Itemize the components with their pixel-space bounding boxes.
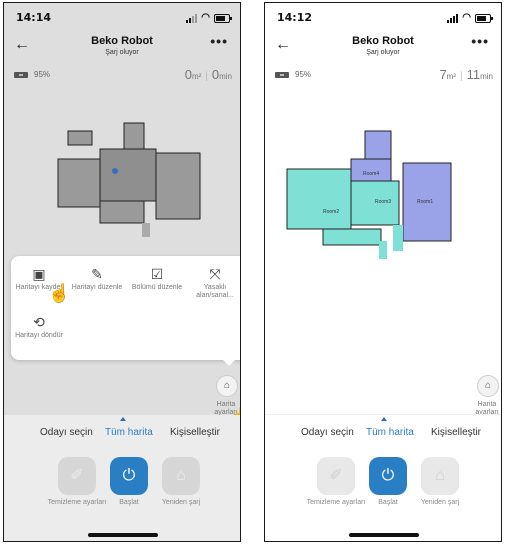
status-time: 14:14 (16, 11, 52, 24)
forbidden-zone-button[interactable]: ⤧ Yasaklı alan/sanal... (187, 266, 240, 300)
device-title: Beko Robot (352, 35, 414, 47)
home-indicator[interactable] (88, 533, 158, 537)
room-2-area (286, 168, 352, 230)
map-settings-icon: ⌂ (484, 380, 492, 391)
edit-map-icon: ✎ (91, 266, 103, 282)
rotate-map-icon: ⟲ (33, 314, 45, 330)
bottom-panel: Odayı seçin Tüm harita Kişiselleştir ✐ ⏻… (4, 415, 240, 541)
wifi-icon: ◠ (462, 12, 471, 23)
device-status: Şarj oluyor (105, 49, 139, 56)
expand-caret-icon[interactable] (120, 417, 126, 421)
recharge-button[interactable]: ⌂ (421, 457, 459, 495)
device-status: Şarj oluyor (366, 49, 400, 56)
area-value: 7 (439, 67, 447, 82)
tab-customize[interactable]: Kişiselleştir (431, 427, 481, 438)
status-time: 14:12 (277, 11, 313, 24)
device-title: Beko Robot (91, 35, 153, 47)
rotate-map-label: Haritayı döndür (15, 332, 63, 339)
room-label: Room4 (363, 171, 379, 177)
room-3-area (350, 158, 392, 182)
cleaning-settings-button[interactable]: ✐ (58, 457, 96, 495)
right-phone-screen: 14:12 ◠ ← Beko Robot Şarj oluyor ••• 95%… (264, 2, 502, 542)
edit-section-icon: ☑ (150, 266, 164, 282)
area-value: 0 (184, 67, 192, 82)
battery-percent: 95% (295, 70, 312, 79)
app-header: ← Beko Robot Şarj oluyor ••• (4, 33, 240, 61)
left-phone-screen: 14:14 ◠ ← Beko Robot Şarj oluyor ••• 95%… (3, 2, 241, 542)
tab-full-map[interactable]: Tüm harita (105, 427, 153, 438)
start-label: Başlat (119, 499, 139, 506)
cleaning-settings-button[interactable]: ✐ (317, 457, 355, 495)
tab-select-room[interactable]: Odayı seçin (40, 427, 93, 438)
power-icon: ⏻ (381, 467, 395, 484)
info-bar: 95% 0m² | 0min (4, 67, 240, 85)
rotate-map-button[interactable]: ⟲ Haritayı döndür (11, 314, 67, 340)
room-label: Room3 (375, 199, 391, 205)
room-label: Room2 (323, 209, 339, 215)
dock-icon: ⌂ (435, 467, 445, 484)
room-4-area (364, 130, 392, 160)
brush-icon: ✐ (70, 467, 84, 484)
cleaning-settings-label: Temizleme ayarları (47, 499, 107, 506)
map-settings-icon: ⌂ (223, 380, 231, 391)
dock-icon: ⌂ (176, 467, 186, 484)
tab-full-map[interactable]: Tüm harita (366, 427, 414, 438)
status-bar: 14:14 ◠ (4, 11, 240, 27)
start-button[interactable]: ⏻ (110, 457, 148, 495)
edit-section-button[interactable]: ☑ Bölümü düzenle (129, 266, 185, 292)
more-options-icon[interactable]: ••• (471, 33, 489, 49)
bottom-panel: Odayı seçin Tüm harita Kişiselleştir ✐ ⏻… (265, 414, 501, 541)
power-icon: ⏻ (122, 467, 136, 484)
tab-customize[interactable]: Kişiselleştir (170, 427, 220, 438)
tab-select-room[interactable]: Odayı seçin (301, 427, 354, 438)
time-unit: min (480, 72, 493, 81)
cleaning-stats: 7m² | 11min (439, 67, 493, 82)
start-button[interactable]: ⏻ (369, 457, 407, 495)
edit-section-label: Bölümü düzenle (131, 284, 183, 291)
area-unit: m² (446, 72, 456, 81)
status-bar: 14:12 ◠ (265, 11, 501, 27)
signal-icon (447, 13, 459, 23)
app-header: ← Beko Robot Şarj oluyor ••• (265, 33, 501, 61)
recharge-label: Yeniden şarj (161, 499, 201, 506)
edit-map-button[interactable]: ✎ Haritayı düzenle (69, 266, 125, 292)
battery-icon (475, 13, 493, 23)
more-options-icon[interactable]: ••• (210, 33, 228, 49)
cleaning-stats: 0m² | 0min (184, 67, 232, 82)
time-value: 11 (466, 67, 481, 82)
map-tools-popup: ▣ Haritayı kaydet ✎ Haritayı düzenle ☑ B… (11, 256, 240, 366)
robot-position-icon (112, 168, 118, 174)
forbidden-zone-icon: ⤧ (209, 266, 221, 282)
wifi-icon: ◠ (201, 12, 210, 23)
cleaning-settings-label: Temizleme ayarları (306, 499, 366, 506)
tap-hand-icon: ☝ (48, 283, 71, 303)
status-icons: ◠ (447, 12, 493, 23)
room-map[interactable]: Room4 Room3 Room2 Room1 (283, 121, 453, 281)
start-label: Başlat (378, 499, 398, 506)
edit-map-label: Haritayı düzenle (71, 284, 123, 291)
home-indicator[interactable] (349, 533, 419, 537)
battery-percent: 95% (34, 70, 51, 79)
expand-caret-icon[interactable] (381, 417, 387, 421)
area-unit: m² (191, 72, 202, 81)
recharge-button[interactable]: ⌂ (162, 457, 200, 495)
forbidden-zone-label: Yasaklı alan/sanal... (196, 284, 234, 299)
map-settings-button[interactable]: ⌂ (477, 375, 499, 397)
cleaning-map[interactable] (44, 113, 214, 273)
save-map-icon: ▣ (32, 266, 46, 282)
map-settings-button[interactable]: ⌂ (216, 375, 238, 397)
info-bar: 95% 7m² | 11min (265, 67, 501, 85)
status-icons: ◠ (186, 12, 232, 23)
signal-icon (186, 13, 198, 23)
robot-battery-icon (14, 72, 28, 78)
recharge-label: Yeniden şarj (420, 499, 460, 506)
brush-icon: ✐ (329, 467, 343, 484)
battery-icon (214, 13, 232, 23)
room-label: Room1 (417, 199, 433, 205)
robot-battery-icon (275, 72, 289, 78)
time-unit: min (219, 72, 232, 81)
